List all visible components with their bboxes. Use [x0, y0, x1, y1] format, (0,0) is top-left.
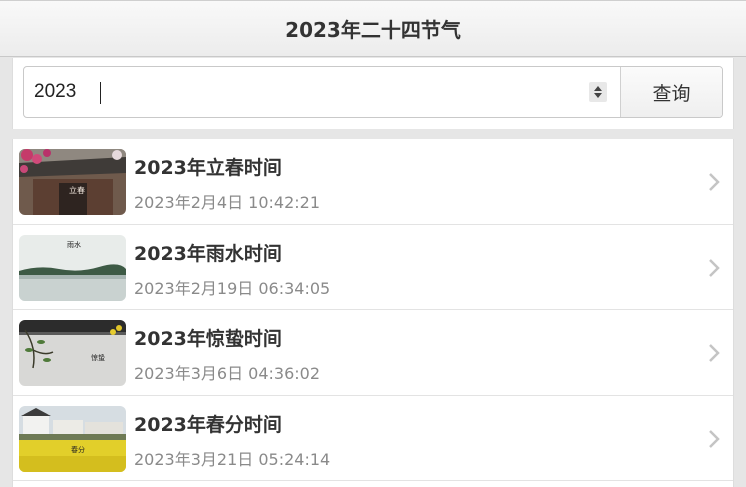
app-header: 2023年二十四节气 — [0, 0, 746, 57]
search-input[interactable] — [24, 67, 620, 117]
item-time: 2023年2月19日 06:34:05 — [134, 278, 331, 298]
search-box: 查询 — [23, 66, 723, 118]
item-title: 2023年惊蛰时间 — [134, 328, 282, 350]
list-item[interactable]: 惊蛰 2023年惊蛰时间 2023年3月6日 04:36:02 — [13, 310, 733, 396]
list-item[interactable]: 立春 2023年立春时间 2023年2月4日 10:42:21 — [13, 139, 733, 225]
jingzhe-thumbnail: 惊蛰 — [19, 320, 126, 386]
lichun-stamp: 立春 — [69, 185, 85, 195]
spin-down-icon[interactable] — [594, 93, 602, 98]
item-title: 2023年雨水时间 — [134, 242, 282, 265]
chevron-right-icon — [709, 173, 720, 191]
jingzhe-stamp: 惊蛰 — [91, 353, 105, 362]
list-item[interactable]: 雨水 2023年雨水时间 2023年2月19日 06:34:05 — [13, 225, 733, 310]
search-bar: 查询 — [12, 58, 734, 129]
list-item[interactable]: 春分 2023年春分时间 2023年3月21日 05:24:14 — [13, 396, 733, 481]
item-time: 2023年3月6日 04:36:02 — [134, 364, 321, 383]
text-cursor — [100, 82, 101, 104]
chunfen-thumbnail: 春分 — [19, 405, 126, 472]
item-title: 2023年春分时间 — [134, 413, 282, 436]
chevron-right-icon — [709, 429, 720, 448]
spin-up-icon[interactable] — [594, 86, 602, 91]
item-time: 2023年2月4日 10:42:21 — [134, 193, 321, 212]
yushui-thumbnail: 雨水 — [19, 234, 126, 301]
chevron-right-icon — [709, 258, 720, 277]
chunfen-stamp: 春分 — [71, 445, 85, 454]
item-time: 2023年3月21日 05:24:14 — [134, 449, 331, 469]
chevron-right-icon — [709, 344, 720, 362]
search-button[interactable]: 查询 — [620, 67, 722, 117]
number-spinner-icon[interactable] — [589, 82, 607, 102]
item-title: 2023年立春时间 — [134, 157, 282, 179]
solar-term-list: 立春 2023年立春时间 2023年2月4日 10:42:21 雨水 2023年… — [12, 139, 734, 487]
lichun-thumbnail: 立春 — [19, 149, 126, 215]
yushui-stamp: 雨水 — [67, 240, 81, 249]
page-title: 2023年二十四节气 — [285, 18, 461, 42]
